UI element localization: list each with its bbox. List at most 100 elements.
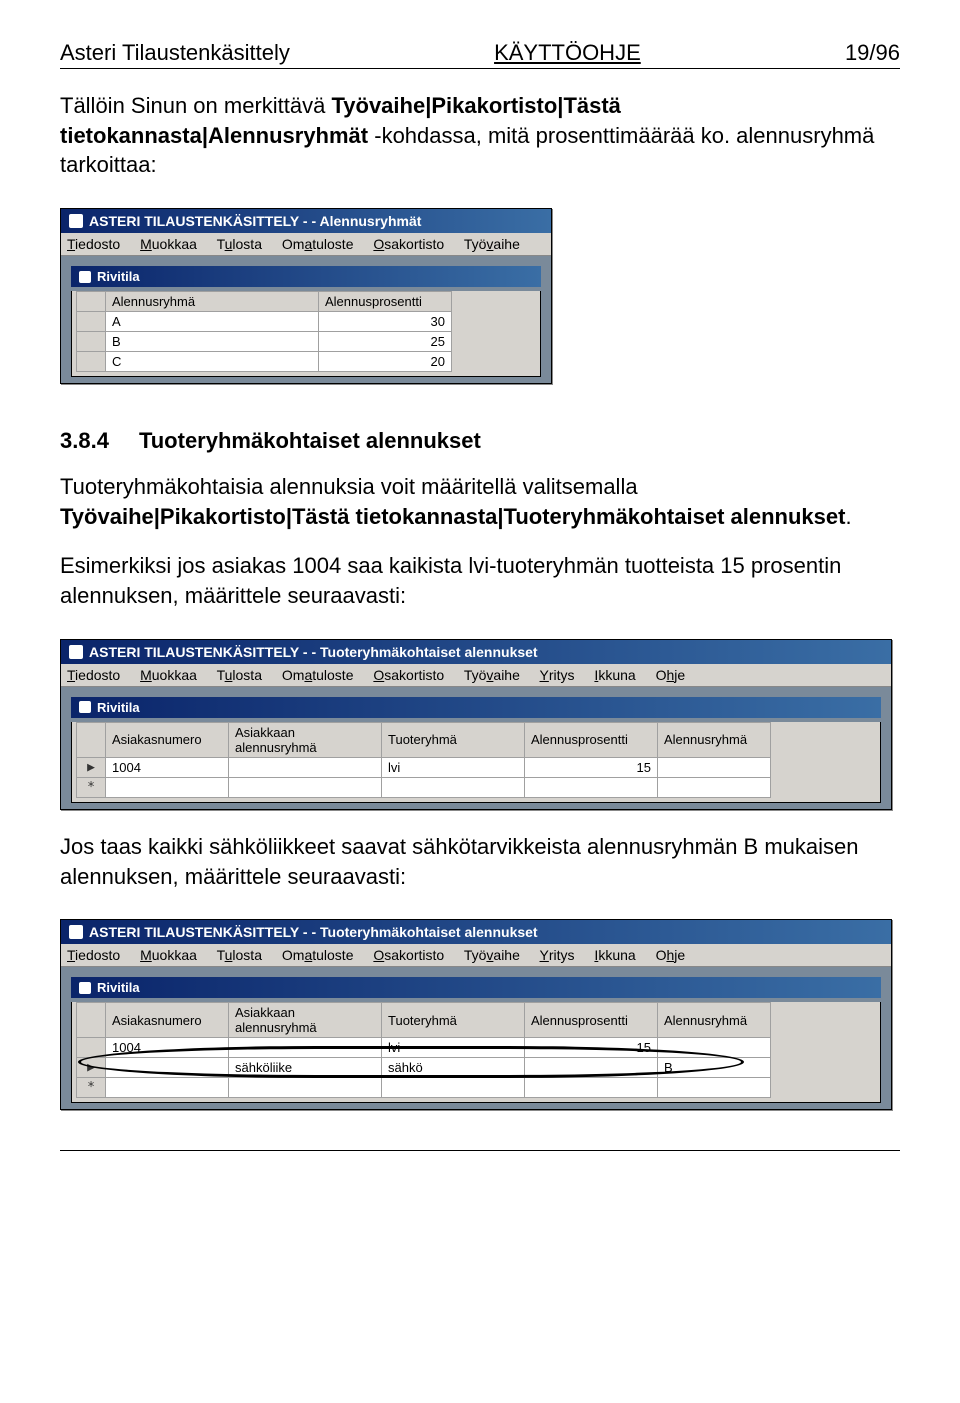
- row-selector[interactable]: [77, 332, 106, 352]
- row-selector[interactable]: [77, 352, 106, 372]
- table-row[interactable]: C 20: [77, 352, 452, 372]
- cell[interactable]: 25: [319, 332, 452, 352]
- cell[interactable]: [525, 777, 658, 797]
- cell[interactable]: [106, 777, 229, 797]
- menu-omatuloste[interactable]: Omatuloste: [282, 667, 354, 683]
- row-selector[interactable]: [77, 312, 106, 332]
- window-title: ASTERI TILAUSTENKÄSITTELY - - Tuoteryhmä…: [89, 924, 538, 940]
- cell[interactable]: [525, 1078, 658, 1098]
- menu-bar[interactable]: Tiedosto Muokkaa Tulosta Omatuloste Osak…: [61, 944, 891, 967]
- paragraph: Jos taas kaikki sähköliikkeet saavat säh…: [60, 832, 900, 891]
- menu-ikkuna[interactable]: Ikkuna: [594, 667, 635, 683]
- cell[interactable]: [382, 777, 525, 797]
- menu-omatuloste[interactable]: Omatuloste: [282, 947, 354, 963]
- table-row[interactable]: 1004 lvi 15: [77, 1038, 771, 1058]
- row-selector[interactable]: ▶: [77, 1058, 106, 1078]
- new-row-icon[interactable]: *: [77, 777, 106, 797]
- new-row-icon[interactable]: *: [77, 1078, 106, 1098]
- menu-tulosta[interactable]: Tulosta: [217, 236, 262, 252]
- cell[interactable]: 30: [319, 312, 452, 332]
- cell[interactable]: lvi: [382, 757, 525, 777]
- cell[interactable]: 15: [525, 1038, 658, 1058]
- row-selector[interactable]: ▶: [77, 757, 106, 777]
- text: Tällöin Sinun on merkittävä: [60, 93, 331, 118]
- menu-muokkaa[interactable]: Muokkaa: [140, 667, 197, 683]
- menu-tiedosto[interactable]: Tiedosto: [67, 947, 120, 963]
- cell[interactable]: [525, 1058, 658, 1078]
- menu-tulosta[interactable]: Tulosta: [217, 667, 262, 683]
- row-selector-header: [77, 722, 106, 757]
- menu-tulosta[interactable]: Tulosta: [217, 947, 262, 963]
- title-bar: ASTERI TILAUSTENKÄSITTELY - - Alennusryh…: [61, 209, 551, 233]
- child-icon: [79, 701, 91, 713]
- cell[interactable]: 15: [525, 757, 658, 777]
- menu-muokkaa[interactable]: Muokkaa: [140, 947, 197, 963]
- cell[interactable]: [382, 1078, 525, 1098]
- col[interactable]: Asiakasnumero: [106, 722, 229, 757]
- menu-omatuloste[interactable]: Omatuloste: [282, 236, 354, 252]
- col[interactable]: Alennusryhmä: [658, 1003, 771, 1038]
- cell[interactable]: [106, 1058, 229, 1078]
- menu-tiedosto[interactable]: Tiedosto: [67, 236, 120, 252]
- col[interactable]: Asiakkaan alennusryhmä: [229, 722, 382, 757]
- title-bar: ASTERI TILAUSTENKÄSITTELY - - Tuoteryhmä…: [61, 920, 891, 944]
- cell[interactable]: B: [658, 1058, 771, 1078]
- cell[interactable]: [658, 777, 771, 797]
- cell[interactable]: [658, 1078, 771, 1098]
- cell[interactable]: [658, 1038, 771, 1058]
- grid-tuotealennukset[interactable]: Asiakasnumero Asiakkaan alennusryhmä Tuo…: [76, 722, 771, 798]
- col[interactable]: Alennusryhmä: [658, 722, 771, 757]
- app-icon: [69, 645, 83, 659]
- cell[interactable]: lvi: [382, 1038, 525, 1058]
- cell[interactable]: sähköliike: [229, 1058, 382, 1078]
- table-row[interactable]: A 30: [77, 312, 452, 332]
- cell[interactable]: A: [106, 312, 319, 332]
- menu-muokkaa[interactable]: Muokkaa: [140, 236, 197, 252]
- menu-osakortisto[interactable]: Osakortisto: [373, 667, 444, 683]
- cell[interactable]: B: [106, 332, 319, 352]
- menu-bar[interactable]: Tiedosto Muokkaa Tulosta Omatuloste Osak…: [61, 664, 891, 687]
- table-row-new[interactable]: *: [77, 777, 771, 797]
- cell[interactable]: [229, 1078, 382, 1098]
- cell[interactable]: [658, 757, 771, 777]
- menu-ikkuna[interactable]: Ikkuna: [594, 947, 635, 963]
- menu-bar[interactable]: Tiedosto Muokkaa Tulosta Omatuloste Osak…: [61, 233, 551, 256]
- cell[interactable]: [229, 1038, 382, 1058]
- menu-yritys[interactable]: Yritys: [540, 667, 575, 683]
- menu-tyovaihe[interactable]: Työvaihe: [464, 947, 520, 963]
- grid-tuotealennukset[interactable]: Asiakasnumero Asiakkaan alennusryhmä Tuo…: [76, 1002, 771, 1098]
- table-row[interactable]: B 25: [77, 332, 452, 352]
- menu-ohje[interactable]: Ohje: [656, 947, 686, 963]
- table-row[interactable]: ▶ sähköliike sähkö B: [77, 1058, 771, 1078]
- table-row-new[interactable]: *: [77, 1078, 771, 1098]
- cell[interactable]: [106, 1078, 229, 1098]
- row-selector[interactable]: [77, 1038, 106, 1058]
- cell[interactable]: C: [106, 352, 319, 372]
- cell[interactable]: 20: [319, 352, 452, 372]
- window-alennusryhmat: ASTERI TILAUSTENKÄSITTELY - - Alennusryh…: [60, 208, 552, 384]
- col[interactable]: Alennusprosentti: [525, 1003, 658, 1038]
- menu-osakortisto[interactable]: Osakortisto: [373, 947, 444, 963]
- table-row[interactable]: ▶ 1004 lvi 15: [77, 757, 771, 777]
- app-icon: [69, 214, 83, 228]
- grid-alennusryhmat[interactable]: Alennusryhmä Alennusprosentti A 30 B 25: [76, 291, 452, 372]
- col[interactable]: Asiakasnumero: [106, 1003, 229, 1038]
- col[interactable]: Tuoteryhmä: [382, 722, 525, 757]
- menu-ohje[interactable]: Ohje: [656, 667, 686, 683]
- col-alennusprosentti[interactable]: Alennusprosentti: [319, 292, 452, 312]
- header-row: Asiakasnumero Asiakkaan alennusryhmä Tuo…: [77, 722, 771, 757]
- menu-yritys[interactable]: Yritys: [540, 947, 575, 963]
- cell[interactable]: 1004: [106, 757, 229, 777]
- col[interactable]: Asiakkaan alennusryhmä: [229, 1003, 382, 1038]
- col-alennusryhma[interactable]: Alennusryhmä: [106, 292, 319, 312]
- cell[interactable]: sähkö: [382, 1058, 525, 1078]
- cell[interactable]: [229, 777, 382, 797]
- col[interactable]: Alennusprosentti: [525, 722, 658, 757]
- col[interactable]: Tuoteryhmä: [382, 1003, 525, 1038]
- menu-osakortisto[interactable]: Osakortisto: [373, 236, 444, 252]
- cell[interactable]: 1004: [106, 1038, 229, 1058]
- menu-tyovaihe[interactable]: Työvaihe: [464, 236, 520, 252]
- menu-tyovaihe[interactable]: Työvaihe: [464, 667, 520, 683]
- menu-tiedosto[interactable]: Tiedosto: [67, 667, 120, 683]
- cell[interactable]: [229, 757, 382, 777]
